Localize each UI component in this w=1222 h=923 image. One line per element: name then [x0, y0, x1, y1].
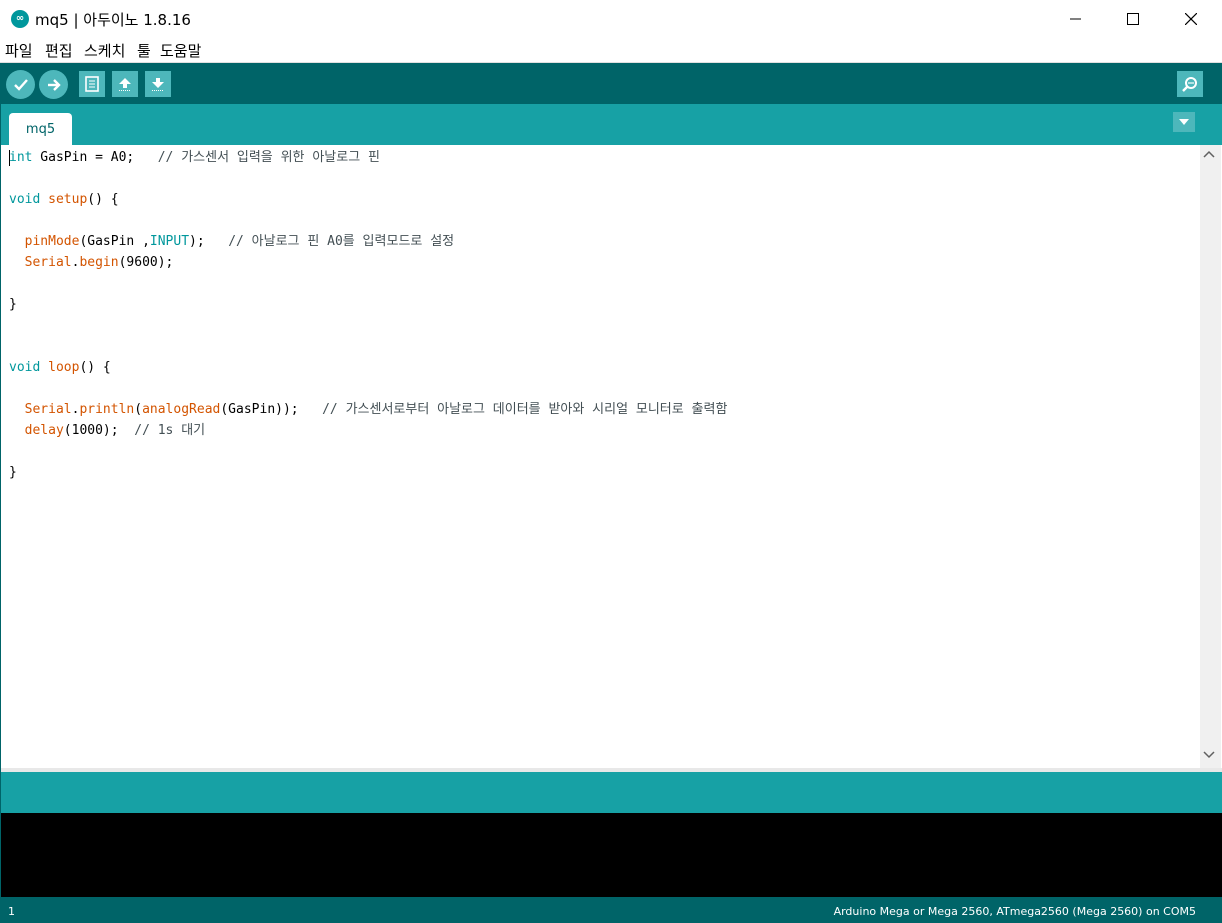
code-token: analogRead — [142, 402, 221, 417]
save-button[interactable] — [145, 71, 171, 97]
code-token: } — [9, 297, 17, 312]
code-comment: // 1s 대기 — [134, 423, 206, 438]
code-line: int GasPin = A0; // 가스센서 입력을 위한 아날로그 핀 — [9, 147, 380, 168]
code-token: () { — [79, 360, 111, 375]
code-token: Serial — [24, 255, 72, 270]
tab-mq5[interactable]: mq5 — [9, 113, 72, 145]
menu-sketch[interactable]: 스케치 — [84, 40, 125, 61]
window-left-border — [0, 63, 1, 923]
toolbar — [0, 63, 1222, 104]
code-token: println — [79, 402, 135, 417]
minimize-button[interactable] — [1047, 0, 1105, 38]
code-token: (GasPin)); — [220, 402, 323, 417]
code-token: } — [9, 465, 17, 480]
code-token: GasPin = A0; — [32, 150, 158, 165]
code-line: void setup() { — [9, 189, 119, 210]
code-token: begin — [79, 255, 119, 270]
chevron-down-icon — [1179, 119, 1189, 125]
code-line: void loop() { — [9, 357, 111, 378]
menu-file[interactable]: 파일 — [5, 40, 33, 61]
code-line: pinMode(GasPin ,INPUT); // 아날로그 핀 A0를 입력… — [9, 231, 454, 252]
code-token: setup — [48, 192, 88, 207]
code-token: void — [9, 192, 41, 207]
scroll-up-icon[interactable] — [1203, 150, 1215, 161]
code-token: (1000); — [63, 423, 135, 438]
code-comment: // 아날로그 핀 A0를 입력모드로 설정 — [228, 234, 455, 249]
upload-button[interactable] — [39, 70, 68, 99]
code-token: ); — [189, 234, 229, 249]
code-line: Serial.begin(9600); — [9, 252, 174, 273]
code-token: (GasPin , — [79, 234, 150, 249]
minimize-icon — [1070, 18, 1081, 20]
serial-monitor-icon — [1182, 77, 1197, 92]
code-token: delay — [24, 423, 64, 438]
tab-menu-button[interactable] — [1173, 112, 1195, 132]
code-token: void — [9, 360, 41, 375]
code-token: pinMode — [24, 234, 80, 249]
save-icon — [152, 78, 164, 91]
code-line: delay(1000); // 1s 대기 — [9, 420, 205, 441]
code-line: Serial.println(analogRead(GasPin)); // 가… — [9, 399, 728, 420]
code-line: } — [9, 294, 17, 315]
open-button[interactable] — [112, 71, 138, 97]
maximize-icon — [1127, 13, 1139, 25]
code-token: (9600); — [118, 255, 174, 270]
code-token: int — [9, 150, 33, 165]
scroll-down-icon[interactable] — [1203, 751, 1215, 762]
code-token: () { — [87, 192, 119, 207]
status-bar: 1 Arduino Mega or Mega 2560, ATmega2560 … — [0, 897, 1222, 923]
code-comment: // 가스센서로부터 아날로그 데이터를 받아와 시리얼 모니터로 출력함 — [322, 402, 728, 417]
verify-icon — [13, 78, 28, 91]
close-button[interactable] — [1162, 0, 1220, 38]
serial-monitor-button[interactable] — [1177, 71, 1203, 97]
code-comment: // 가스센서 입력을 위한 아날로그 핀 — [157, 150, 380, 165]
menu-help[interactable]: 도움말 — [160, 40, 201, 61]
code-token: Serial — [24, 402, 72, 417]
title-bar: ∞ mq5 | 아두이노 1.8.16 — [0, 0, 1222, 38]
new-sketch-button[interactable] — [79, 71, 105, 97]
new-icon — [85, 76, 99, 92]
infinity-icon: ∞ — [11, 10, 29, 28]
console-status-area — [0, 772, 1222, 813]
verify-button[interactable] — [6, 70, 35, 99]
upload-icon — [47, 78, 61, 91]
tab-bar: mq5 — [0, 104, 1222, 145]
menu-tools[interactable]: 툴 — [137, 40, 151, 61]
close-icon — [1185, 13, 1197, 25]
code-token: ( — [134, 402, 143, 417]
console-output[interactable] — [0, 813, 1222, 897]
code-token: INPUT — [149, 234, 190, 249]
code-line: } — [9, 462, 17, 483]
board-port-info: Arduino Mega or Mega 2560, ATmega2560 (M… — [833, 905, 1196, 918]
menu-bar: 파일 편집 스케치 툴 도움말 — [0, 38, 1222, 62]
menu-edit[interactable]: 편집 — [45, 40, 73, 61]
open-icon — [119, 78, 131, 91]
line-number: 1 — [8, 905, 15, 918]
code-token: loop — [48, 360, 80, 375]
window-title: mq5 | 아두이노 1.8.16 — [35, 11, 191, 29]
vertical-scrollbar[interactable] — [1200, 145, 1221, 768]
maximize-button[interactable] — [1104, 0, 1162, 38]
